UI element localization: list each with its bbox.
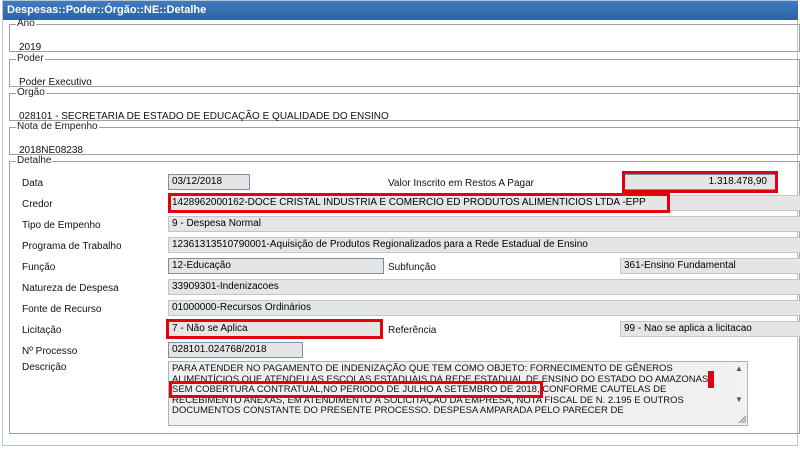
valor-inscrito-label: Valor Inscrito em Restos A Pagar <box>388 178 534 189</box>
detalhe-legend: Detalhe <box>17 155 52 166</box>
fonte-recurso-label: Fonte de Recurso <box>22 304 102 315</box>
descricao-text-part1: PARA ATENDER NO PAGAMENTO DE INDENIZAÇÃO… <box>172 363 711 385</box>
fonte-recurso-field: 01000000-Recursos Ordinários <box>168 300 800 316</box>
valor-inscrito-field: 1.318.478,90 <box>624 174 776 190</box>
resize-handle-icon[interactable] <box>737 414 747 424</box>
poder-legend: Poder <box>17 53 44 64</box>
scroll-up-icon[interactable]: ▲ <box>735 364 743 373</box>
processo-label: Nº Processo <box>22 346 78 357</box>
natureza-despesa-field: 33909301-Indenizacoes <box>168 279 800 295</box>
data-label: Data <box>22 178 44 189</box>
programa-trabalho-field: 12361313510790001-Aquisição de Produtos … <box>168 237 800 253</box>
descricao-scrollbar[interactable]: ▲ ▼ <box>733 362 747 410</box>
natureza-despesa-label: Natureza de Despesa <box>22 283 119 294</box>
licitacao-field: 7 - Não se Aplica <box>168 321 382 337</box>
tipo-empenho-field: 9 - Despesa Normal <box>168 216 800 232</box>
orgao-group: Órgão 028101 - SECRETARIA DE ESTADO DE E… <box>9 87 800 122</box>
nota-legend: Nota de Empenho <box>17 121 98 132</box>
poder-group: Poder Poder Executivo <box>9 53 800 88</box>
descricao-textarea[interactable]: PARA ATENDER NO PAGAMENTO DE INDENIZAÇÃO… <box>168 361 748 426</box>
ano-group: Ano 2019 <box>9 18 800 53</box>
subfuncao-label: Subfunção <box>388 262 436 273</box>
orgao-legend: Órgão <box>17 87 45 98</box>
ano-value: 2019 <box>19 42 42 53</box>
funcao-label: Função <box>22 262 56 273</box>
credor-label: Credor <box>22 199 53 210</box>
nota-group: Nota de Empenho 2018NE08238 <box>9 121 800 156</box>
funcao-field: 12-Educação <box>168 258 384 274</box>
scroll-down-icon[interactable]: ▼ <box>735 395 743 404</box>
descricao-text-highlighted: SEM COBERTURA CONTRATUAL,NO PERIODO DE J… <box>169 382 542 397</box>
referencia-field: 99 - Nao se aplica a licitacao <box>620 321 800 337</box>
credor-field: 1428962000162-DOCE CRISTAL INDUSTRIA E C… <box>168 195 800 211</box>
descricao-label: Descrição <box>22 362 67 373</box>
referencia-label: Referência <box>388 325 437 336</box>
data-field: 03/12/2018 <box>168 174 250 190</box>
processo-field: 028101.024768/2018 <box>168 342 303 358</box>
window-title: Despesas::Poder::Órgão::NE::Detalhe <box>3 1 798 20</box>
ano-legend: Ano <box>17 18 35 29</box>
licitacao-label: Licitação <box>22 325 62 336</box>
programa-trabalho-label: Programa de Trabalho <box>22 241 122 252</box>
tipo-empenho-label: Tipo de Empenho <box>22 220 101 231</box>
subfuncao-field: 361-Ensino Fundamental <box>620 258 800 274</box>
